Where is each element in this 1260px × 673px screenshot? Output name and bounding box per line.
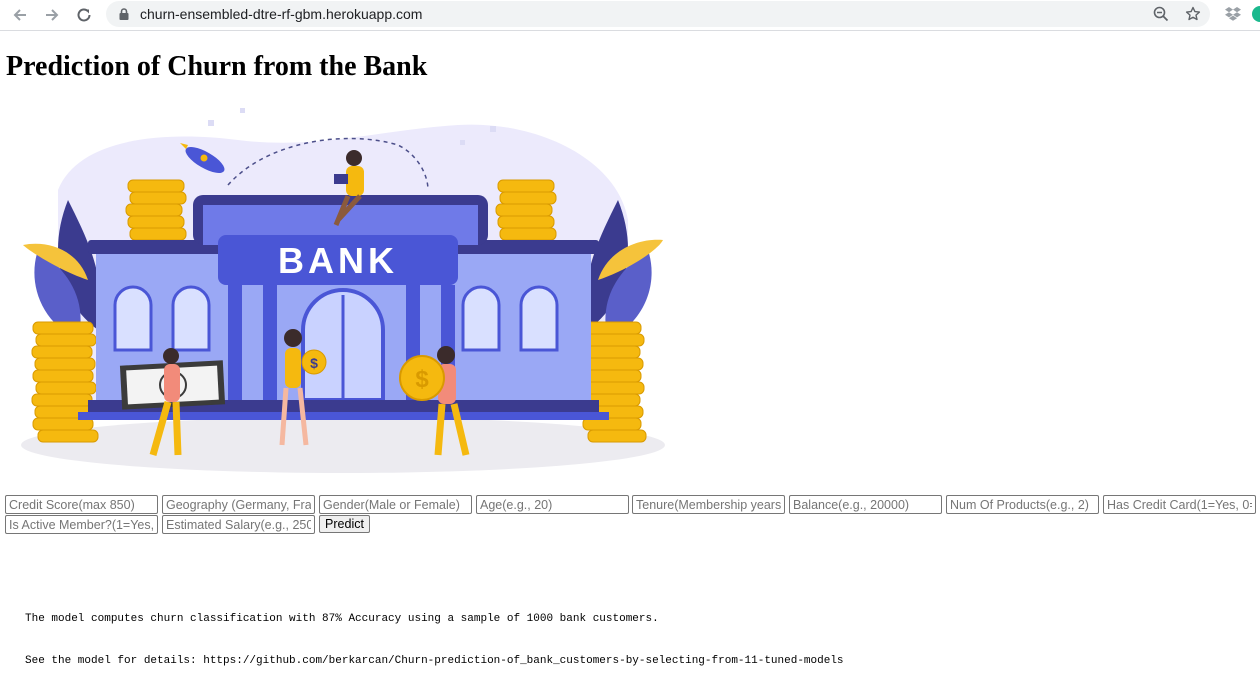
avatar-icon xyxy=(1252,6,1260,22)
tenure-input[interactable] xyxy=(632,495,785,514)
num-products-input[interactable] xyxy=(946,495,1099,514)
estimated-salary-input[interactable] xyxy=(162,515,315,534)
reload-button[interactable] xyxy=(72,4,96,26)
bookmark-button[interactable] xyxy=(1183,5,1203,23)
credit-score-input[interactable] xyxy=(5,495,158,514)
zoom-button[interactable] xyxy=(1151,5,1171,23)
url-text: churn-ensembled-dtre-rf-gbm.herokuapp.co… xyxy=(140,6,423,22)
has-credit-card-input[interactable] xyxy=(1103,495,1256,514)
star-icon xyxy=(1185,6,1201,21)
predict-button[interactable]: Predict xyxy=(319,515,370,533)
zoom-out-icon xyxy=(1153,6,1169,22)
svg-text:$: $ xyxy=(415,366,429,393)
browser-toolbar: churn-ensembled-dtre-rf-gbm.herokuapp.co… xyxy=(0,0,1260,31)
accuracy-text: The model computes churn classification … xyxy=(25,613,659,625)
details-text: See the model for details: https://githu… xyxy=(25,655,844,667)
gender-input[interactable] xyxy=(319,495,472,514)
geography-input[interactable] xyxy=(162,495,315,514)
dropbox-extension-button[interactable] xyxy=(1222,4,1244,24)
address-bar[interactable]: churn-ensembled-dtre-rf-gbm.herokuapp.co… xyxy=(106,1,1210,27)
page-title: Prediction of Churn from the Bank xyxy=(6,51,428,82)
balance-input[interactable] xyxy=(789,495,942,514)
forward-button[interactable] xyxy=(40,4,64,26)
back-button[interactable] xyxy=(8,4,32,26)
dropbox-icon xyxy=(1225,7,1241,21)
bank-illustration: BANK $ $ xyxy=(21,108,665,473)
arrow-right-icon xyxy=(46,9,59,21)
arrow-left-icon xyxy=(13,9,26,21)
reload-icon xyxy=(77,8,91,22)
svg-text:$: $ xyxy=(310,355,318,371)
bank-sign: BANK xyxy=(278,240,398,281)
profile-avatar[interactable] xyxy=(1250,4,1260,24)
lock-icon xyxy=(119,8,129,20)
is-active-member-input[interactable] xyxy=(5,515,158,534)
age-input[interactable] xyxy=(476,495,629,514)
